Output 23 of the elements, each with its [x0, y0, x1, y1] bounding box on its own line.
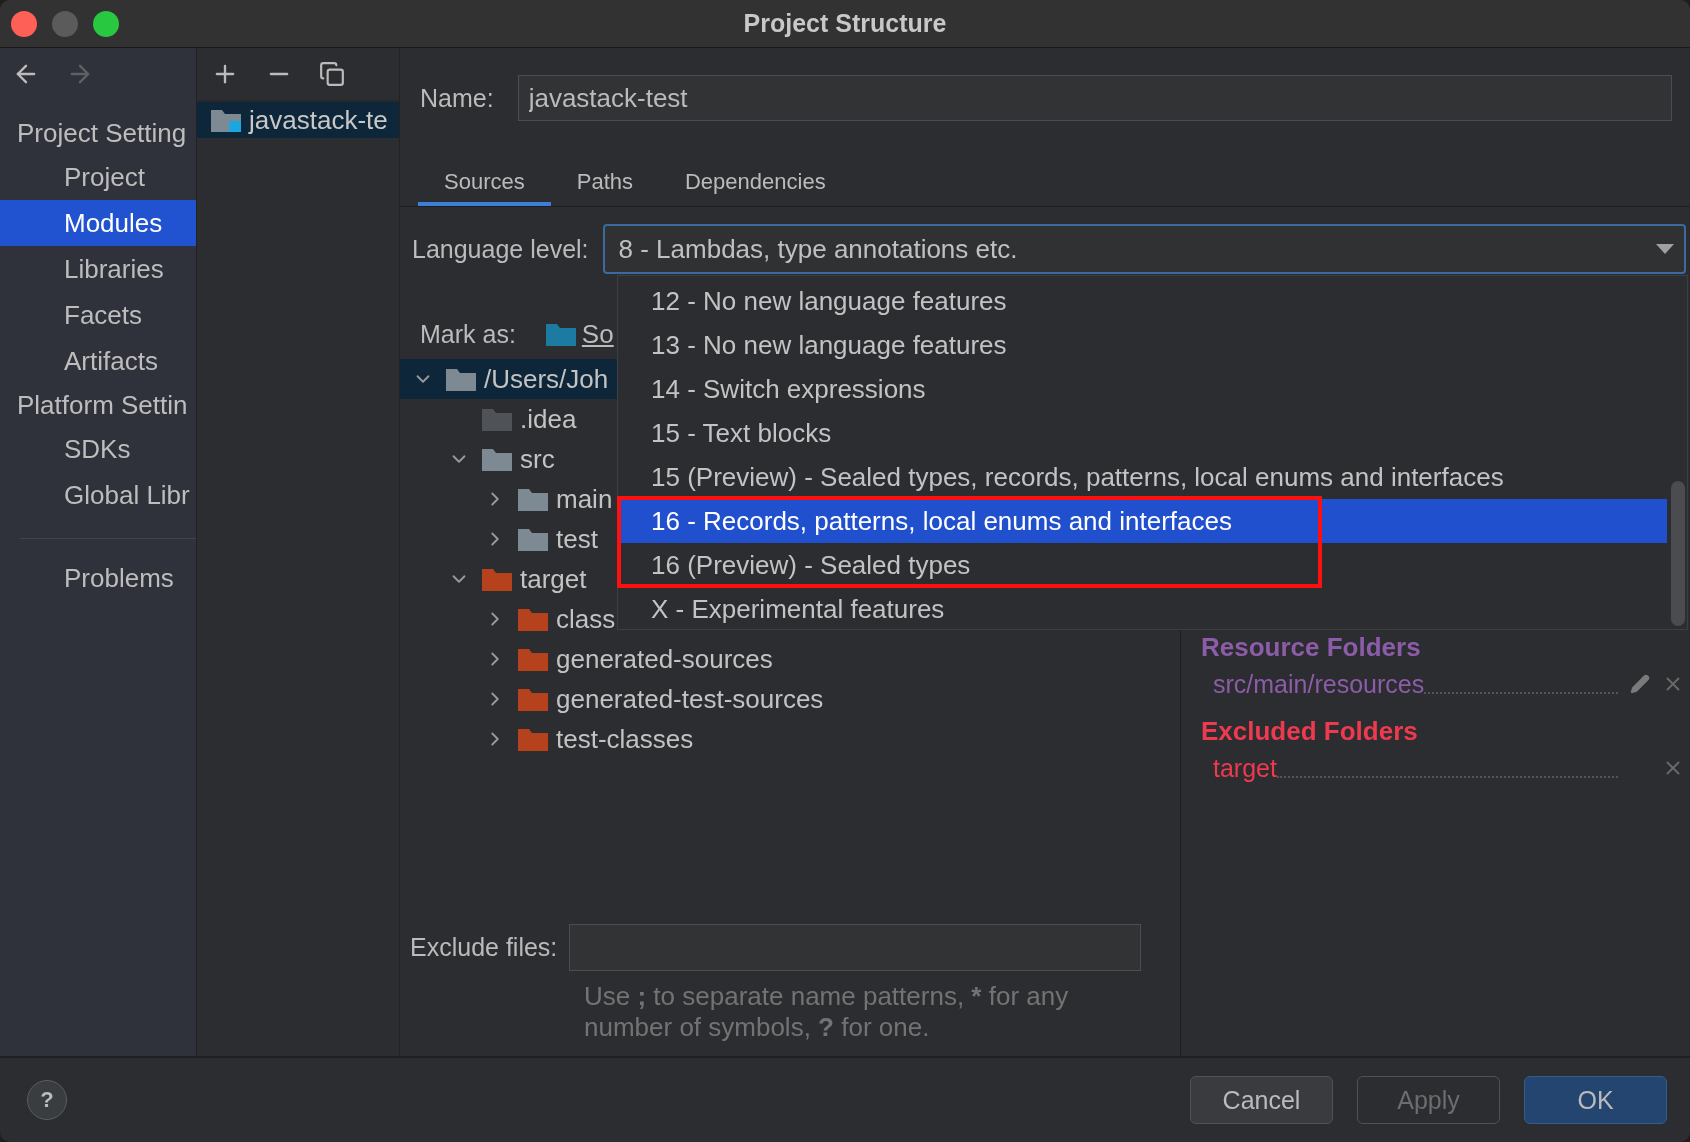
window-title: Project Structure [743, 9, 947, 38]
language-level-label: Language level: [412, 234, 589, 264]
folder-name: /Users/Joh [484, 363, 609, 395]
name-label: Name: [420, 83, 494, 113]
folder-name: generated-test-sources [556, 683, 824, 715]
folder-group-title: Resource Folders [1201, 632, 1422, 664]
folder-path: src/main/resources [1213, 669, 1425, 699]
sidebar-header: Platform Settin [16, 389, 189, 422]
folder-name: target [520, 563, 587, 595]
folder-name: .idea [520, 403, 577, 435]
folder-name: src [520, 443, 555, 475]
sidebar-header: Project Setting [16, 117, 188, 150]
folder-name: test [556, 523, 598, 555]
mark-as-label: Mark as: [420, 319, 516, 349]
folder-name: generated-sources [556, 643, 773, 675]
exclude-files-hint: Use ; to separate name patterns, * for any number of symbols, ? for one. [583, 980, 1070, 1044]
folder-group-title: Excluded Folders [1201, 716, 1419, 748]
folder-name: class [556, 603, 616, 635]
folder-path: target [1213, 753, 1277, 783]
exclude-files-label: Exclude files: [410, 933, 558, 962]
folder-name: main [556, 483, 613, 515]
module-name: javastack-te [249, 104, 388, 136]
folder-name: test-classes [556, 723, 694, 755]
